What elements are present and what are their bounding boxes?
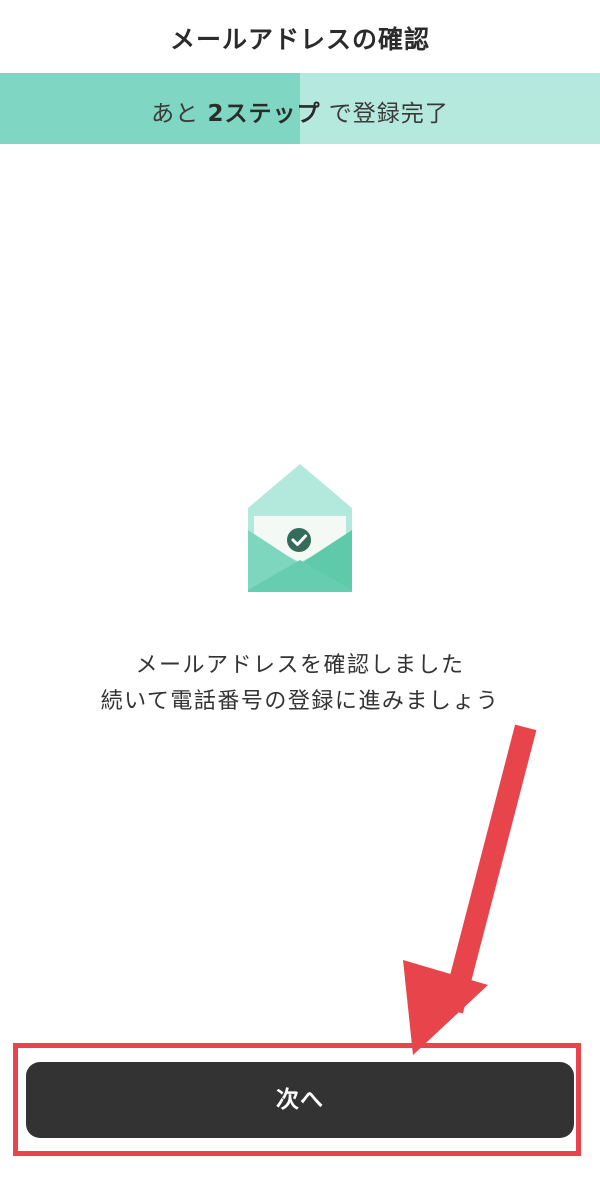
progress-suffix: で登録完了 [320, 101, 449, 127]
progress-prefix: あと [151, 101, 208, 127]
next-button[interactable]: 次へ [26, 1062, 574, 1138]
confirmation-message: メールアドレスを確認しました 続いて電話番号の登録に進みましょう [0, 648, 600, 720]
progress-text: あと 2ステップ で登録完了 [0, 94, 600, 128]
header: メールアドレスの確認 [0, 0, 600, 74]
arrow-head [403, 960, 488, 1055]
confirmation-line-1: メールアドレスを確認しました [135, 653, 465, 678]
check-circle [287, 528, 311, 552]
progress-steps-remaining: 2ステップ [207, 101, 321, 127]
envelope-flap [248, 464, 352, 508]
annotation-arrow [403, 724, 537, 1055]
confirmation-line-2: 続いて電話番号の登録に進みましょう [100, 689, 500, 714]
page-title: メールアドレスの確認 [169, 25, 430, 54]
envelope-check-icon [248, 464, 352, 592]
arrow-shaft [441, 724, 537, 1014]
progress-banner: あと 2ステップ で登録完了 [0, 73, 600, 144]
